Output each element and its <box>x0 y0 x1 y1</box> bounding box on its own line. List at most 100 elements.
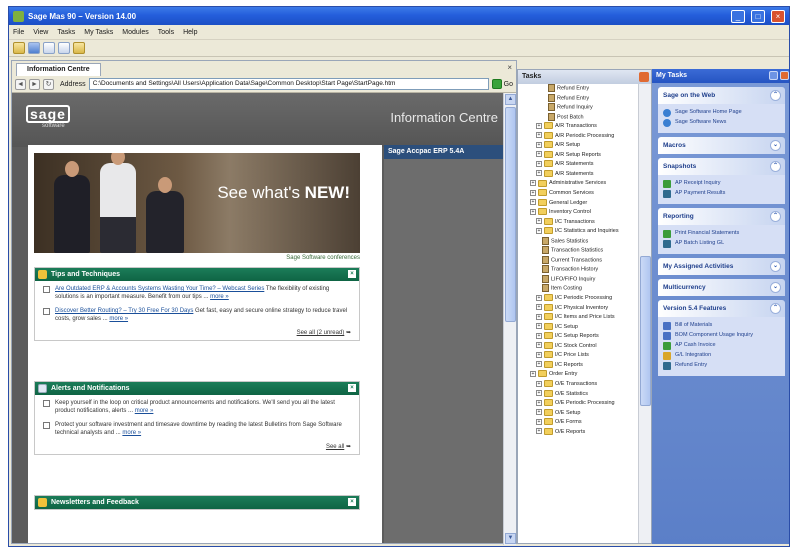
forward-icon[interactable]: ► <box>29 78 40 90</box>
collapse-icon[interactable]: × <box>348 270 356 278</box>
pin-icon[interactable] <box>769 71 778 80</box>
tree-item[interactable]: + I/C Price Lists <box>518 351 640 361</box>
expand-icon[interactable]: + <box>536 227 542 234</box>
menu-modules[interactable]: Modules <box>122 29 148 36</box>
more-link[interactable]: more » <box>135 408 154 414</box>
menu-my-tasks[interactable]: My Tasks <box>84 29 113 36</box>
task-group-header[interactable]: Multicurrency ⌄ <box>658 279 785 296</box>
task-group-header[interactable]: Version 5.4 Features ⌃ <box>658 300 785 317</box>
expand-icon[interactable]: + <box>536 313 542 320</box>
tree-item[interactable]: + I/C Periodic Processing <box>518 294 640 304</box>
menu-view[interactable]: View <box>33 29 48 36</box>
address-input[interactable]: C:\Documents and Settings\All Users\Appl… <box>88 78 489 90</box>
tree-item[interactable]: LIFO/FIFO Inquiry <box>518 274 640 285</box>
see-all-link[interactable]: See all (2 unread) <box>297 330 345 336</box>
expand-icon[interactable]: + <box>536 351 542 358</box>
scroll-down-icon[interactable]: ▼ <box>505 533 516 544</box>
item-checkbox[interactable] <box>43 286 50 293</box>
task-group-header[interactable]: Reporting ⌃ <box>658 208 785 225</box>
see-all-link[interactable]: See all <box>326 444 344 450</box>
tree-item[interactable]: + I/C Physical Inventory <box>518 303 640 314</box>
chevron-icon[interactable]: ⌄ <box>770 140 781 151</box>
tree-item[interactable]: + A/R Transactions <box>518 122 640 132</box>
item-checkbox[interactable] <box>43 400 50 407</box>
expand-icon[interactable]: + <box>536 361 542 368</box>
scroll-thumb[interactable] <box>505 107 516 322</box>
task-group-header[interactable]: My Assigned Activities ⌄ <box>658 258 785 275</box>
expand-icon[interactable]: + <box>536 390 542 397</box>
item-link[interactable]: Discover Better Routing? – Try 30 Free F… <box>55 308 193 314</box>
close-pane-icon[interactable] <box>639 72 649 82</box>
expand-icon[interactable]: + <box>536 170 542 177</box>
expand-icon[interactable]: + <box>536 160 542 167</box>
task-group-header[interactable]: Snapshots ⌃ <box>658 158 785 175</box>
title-bar[interactable]: Sage Mas 90 – Version 14.00 _ □ × <box>9 7 789 25</box>
tree-item[interactable]: + O/E Setup <box>518 408 640 419</box>
tree-item[interactable]: Current Transactions <box>518 255 640 266</box>
menu-help[interactable]: Help <box>183 29 197 36</box>
tree-item[interactable]: + O/E Transactions <box>518 380 640 390</box>
tree-item[interactable]: + Order Entry <box>518 370 640 380</box>
tree-item[interactable]: Sales Statistics <box>518 236 640 247</box>
task-link[interactable]: BOM Component Usage Inquiry <box>663 332 780 340</box>
tree-item[interactable]: + Common Services <box>518 189 640 199</box>
task-link[interactable]: Sage Software Home Page <box>663 109 780 117</box>
more-link[interactable]: more » <box>109 316 128 322</box>
task-link[interactable]: Sage Software News <box>663 119 780 127</box>
tree-item[interactable]: + I/C Reports <box>518 360 640 371</box>
refresh-icon[interactable]: ↻ <box>43 78 54 90</box>
tree-item[interactable]: Refund Inquiry <box>518 103 640 113</box>
chevron-icon[interactable]: ⌄ <box>770 261 781 272</box>
tree-item[interactable]: + O/E Reports <box>518 427 640 438</box>
tree-item[interactable]: + A/R Setup <box>518 141 640 151</box>
expand-icon[interactable]: + <box>536 218 542 225</box>
tree-item[interactable]: Refund Entry <box>518 93 640 104</box>
tree-item[interactable]: + A/R Periodic Processing <box>518 131 640 142</box>
expand-icon[interactable]: + <box>536 122 542 129</box>
tree-item[interactable]: Transaction History <box>518 265 640 275</box>
collapse-icon[interactable]: × <box>348 384 356 392</box>
tree-item[interactable]: + A/R Setup Reports <box>518 150 640 161</box>
tree-item[interactable]: + Inventory Control <box>518 208 640 218</box>
item-link[interactable]: Are Outdated ERP & Accounts Systems Wast… <box>55 286 264 292</box>
expand-icon[interactable]: + <box>536 332 542 339</box>
expand-icon[interactable]: + <box>536 151 542 158</box>
task-link[interactable]: AP Payment Results <box>663 190 780 198</box>
chevron-icon[interactable]: ⌃ <box>770 90 781 101</box>
more-link[interactable]: more » <box>122 430 141 436</box>
scroll-thumb[interactable] <box>640 256 651 406</box>
banner-caption-link[interactable]: Sage Software conferences <box>34 255 360 261</box>
collapse-icon[interactable]: × <box>348 498 356 506</box>
open-folder-icon[interactable] <box>13 42 25 54</box>
properties-icon[interactable] <box>58 42 70 54</box>
item-checkbox[interactable] <box>43 308 50 315</box>
task-link[interactable]: AP Cash Invoice <box>663 342 780 350</box>
expand-icon[interactable]: + <box>530 370 536 377</box>
vertical-scrollbar[interactable]: ▲ ▼ <box>503 93 516 545</box>
expand-icon[interactable]: + <box>536 294 542 301</box>
task-link[interactable]: Refund Entry <box>663 362 780 370</box>
chevron-icon[interactable]: ⌃ <box>770 211 781 222</box>
menu-file[interactable]: File <box>13 29 24 36</box>
go-button[interactable]: Go <box>491 79 513 89</box>
expand-icon[interactable]: + <box>536 323 542 330</box>
expand-icon[interactable]: + <box>536 132 542 139</box>
menu-tools[interactable]: Tools <box>158 29 174 36</box>
expand-icon[interactable]: + <box>536 380 542 387</box>
tree-item[interactable]: + I/C Setup Reports <box>518 332 640 342</box>
close-tab-icon[interactable]: × <box>507 63 512 72</box>
tree-item[interactable]: Post Batch <box>518 112 640 123</box>
tree-item[interactable]: + General Ledger <box>518 198 640 209</box>
task-group-header[interactable]: Macros ⌄ <box>658 137 785 154</box>
tree-item[interactable]: + I/C Transactions <box>518 217 640 228</box>
tree-item[interactable]: + O/E Periodic Processing <box>518 399 640 409</box>
tree-item[interactable]: + O/E Forms <box>518 418 640 428</box>
tree-item[interactable]: + O/E Statistics <box>518 389 640 400</box>
expand-icon[interactable]: + <box>530 208 536 215</box>
task-link[interactable]: AP Receipt Inquiry <box>663 180 780 188</box>
expand-icon[interactable]: + <box>536 304 542 311</box>
back-icon[interactable]: ◄ <box>15 78 26 90</box>
tab-information-centre[interactable]: Information Centre <box>16 63 101 76</box>
tree-item[interactable]: + I/C Items and Price Lists <box>518 313 640 323</box>
expand-icon[interactable]: + <box>536 428 542 435</box>
